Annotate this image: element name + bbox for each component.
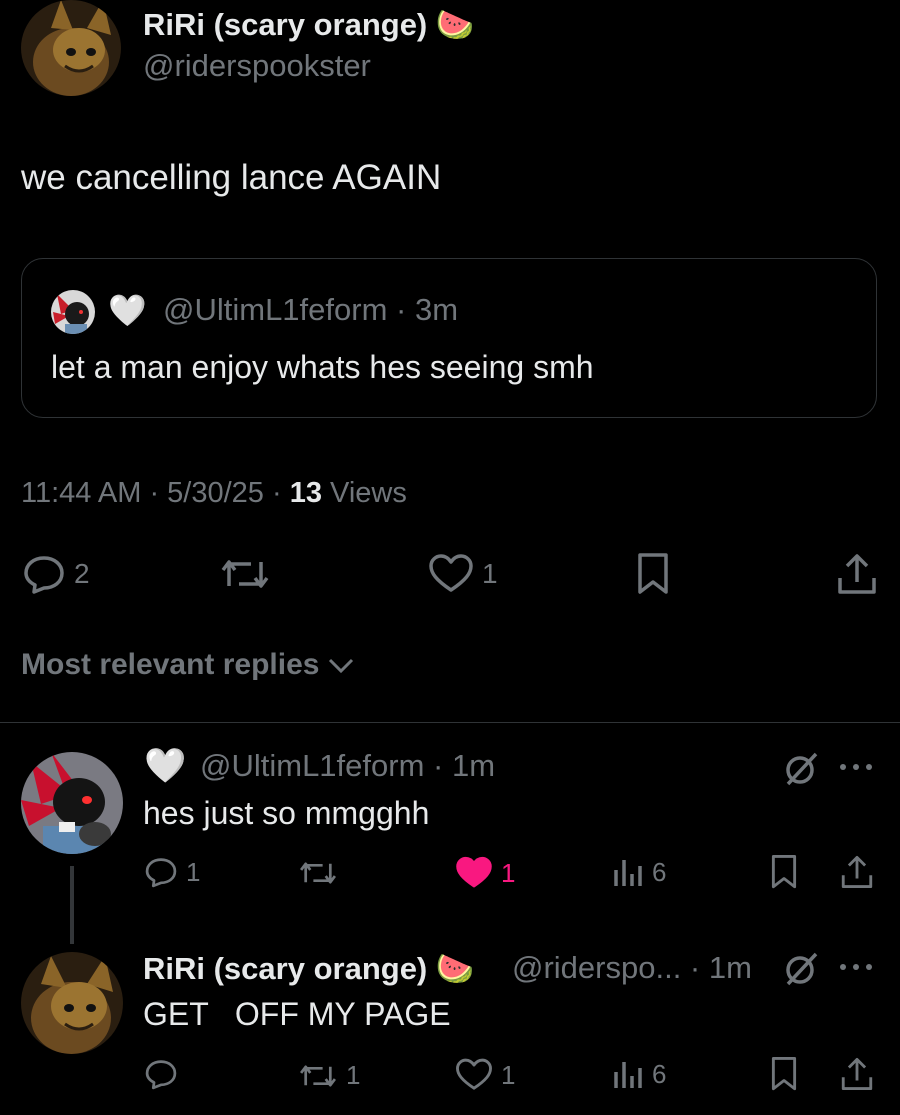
reply-reply-button[interactable]: 1 [144, 856, 200, 888]
quoted-handle-line[interactable]: @UltimL1feform · 3m [163, 292, 458, 328]
more-options-icon[interactable] [838, 962, 874, 972]
reply-icon [24, 556, 64, 594]
reply-handle: @UltimL1feform [200, 748, 425, 783]
views-count: 6 [652, 856, 667, 887]
tweet-time: 11:44 AM [21, 477, 142, 509]
bookmark-button[interactable] [636, 552, 670, 596]
separator-dot: · [387, 292, 415, 327]
reply-retweet-button[interactable]: 1 [298, 1060, 360, 1091]
reply-icon [145, 1060, 177, 1090]
reply-avatar[interactable] [21, 952, 123, 1054]
quoted-time: 3m [414, 292, 459, 327]
reply-icon [145, 858, 177, 888]
reply-handle-line[interactable]: @UltimL1feform · 1m [200, 748, 495, 784]
author-avatar[interactable] [21, 0, 121, 96]
tweet-meta: 11:44 AM · 5/30/25 · 13 Views [21, 477, 407, 510]
author-name-text: RiRi (scary orange) [143, 7, 428, 42]
share-icon [838, 554, 876, 594]
tweet-text: we cancelling lance AGAIN [21, 158, 442, 197]
separator-dot: · [141, 477, 168, 509]
reply-retweet-button[interactable] [298, 858, 338, 888]
share-icon [841, 1058, 873, 1090]
grok-icon[interactable] [782, 750, 820, 788]
views-count: 13 [289, 477, 322, 509]
views-chart-icon [614, 1062, 642, 1088]
reply-bookmark-button[interactable] [770, 854, 798, 890]
reply-button[interactable]: 2 [22, 554, 90, 594]
retweet-icon [300, 1064, 336, 1087]
replies-sort-dropdown[interactable]: Most relevant replies [21, 648, 355, 682]
reply-text: GET OFF MY PAGE [143, 996, 451, 1032]
reply-handle: @riderspo... [512, 950, 682, 985]
reply-like-button[interactable]: 1 [455, 1058, 515, 1092]
reply-avatar[interactable] [21, 752, 123, 854]
separator-dot: · [681, 950, 709, 985]
quoted-tweet-card[interactable] [21, 258, 877, 418]
heart-filled-icon [456, 856, 492, 888]
retweet-count: 1 [346, 1060, 361, 1090]
retweet-button[interactable] [219, 556, 271, 592]
reply-handle-line[interactable]: @riderspo... · 1m [512, 950, 752, 986]
reply-author-name[interactable]: RiRi (scary orange) 🍉 [143, 950, 475, 987]
views-count: 6 [652, 1058, 667, 1089]
quoted-handle: @UltimL1feform [163, 292, 388, 327]
quoted-text: let a man enjoy whats hes seeing smh [51, 349, 594, 385]
more-options-icon[interactable] [838, 762, 874, 772]
like-button[interactable]: 1 [428, 554, 498, 594]
tweet-date: 5/30/25 [167, 477, 264, 509]
bookmark-icon [771, 855, 797, 889]
watermelon-emoji: 🍉 [435, 7, 475, 42]
author-name[interactable]: RiRi (scary orange) 🍉 [143, 6, 475, 43]
thread-line [70, 866, 74, 944]
grok-icon[interactable] [782, 950, 820, 988]
reply-share-button[interactable] [840, 854, 874, 890]
views-chart-icon [614, 860, 642, 886]
quoted-author-avatar[interactable] [51, 290, 95, 334]
heart-icon [429, 554, 473, 592]
like-count: 1 [501, 1059, 516, 1090]
reply-views-button[interactable]: 6 [612, 1058, 666, 1090]
reply-bookmark-button[interactable] [770, 1056, 798, 1092]
reply-count: 2 [74, 558, 90, 589]
reply-share-button[interactable] [840, 1056, 874, 1092]
heart-icon [456, 1058, 492, 1090]
reply-author-name-text: RiRi (scary orange) [143, 951, 428, 986]
share-button[interactable] [836, 552, 878, 596]
chevron-down-icon [329, 658, 354, 674]
reply-time: 1m [451, 748, 496, 783]
reply-count: 1 [186, 856, 201, 887]
reply-time: 1m [708, 950, 752, 985]
reply-reply-button[interactable] [144, 1058, 178, 1090]
quoted-heart-emoji: 🤍 [108, 293, 147, 328]
author-handle[interactable]: @riderspookster [143, 48, 371, 84]
bookmark-icon [638, 553, 668, 594]
reply-like-button[interactable]: 1 [455, 856, 515, 890]
reply-heart-emoji: 🤍 [144, 747, 187, 785]
like-count: 1 [482, 558, 498, 589]
separator-dot: · [263, 477, 290, 509]
watermelon-emoji: 🍉 [435, 951, 475, 986]
separator-dot: · [424, 748, 452, 783]
views-label: Views [330, 477, 407, 509]
retweet-icon [221, 560, 269, 588]
share-icon [841, 856, 873, 888]
reply-views-button[interactable]: 6 [612, 856, 666, 888]
like-count: 1 [501, 857, 516, 888]
divider [0, 722, 900, 723]
bookmark-icon [771, 1057, 797, 1091]
replies-sort-label: Most relevant replies [21, 648, 320, 681]
reply-text: hes just so mmgghh [143, 795, 430, 831]
retweet-icon [300, 862, 336, 884]
